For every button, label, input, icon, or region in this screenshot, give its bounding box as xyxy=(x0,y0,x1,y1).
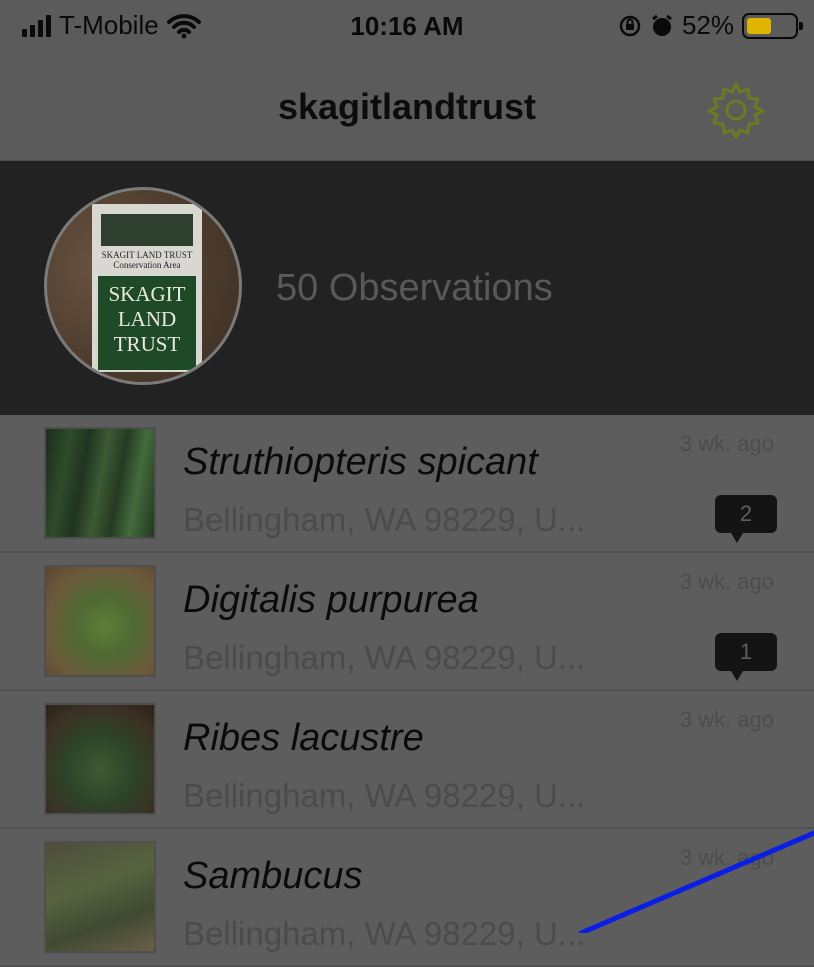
location-text: Bellingham, WA 98229, U... xyxy=(183,501,586,538)
avatar-sign: SKAGIT LAND TRUST Conservation Area SKAG… xyxy=(92,204,202,372)
location-text: Bellingham, WA 98229, U... xyxy=(183,639,586,676)
time-ago: 3 wk. ago xyxy=(679,845,774,870)
list-item[interactable]: Digitalis purpurea Bellingham, WA 98229,… xyxy=(0,553,814,691)
profile-header: SKAGIT LAND TRUST Conservation Area SKAG… xyxy=(0,161,814,415)
sign-graphic xyxy=(101,214,193,246)
location-text: Bellingham, WA 98229, U... xyxy=(183,777,586,814)
gear-icon[interactable] xyxy=(706,80,766,140)
list-item[interactable]: Ribes lacustre Bellingham, WA 98229, U..… xyxy=(0,691,814,829)
sign-main-text: SKAGIT LAND TRUST xyxy=(98,276,196,370)
observation-thumbnail xyxy=(44,841,156,953)
battery-percent: 52% xyxy=(681,10,734,40)
avatar[interactable]: SKAGIT LAND TRUST Conservation Area SKAG… xyxy=(44,187,242,385)
battery-icon xyxy=(742,12,803,39)
observation-list: Struthiopteris spicant Bellingham, WA 98… xyxy=(0,415,814,967)
page-title: skagitlandtrust xyxy=(277,86,537,127)
comment-count-badge: 2 xyxy=(715,495,777,543)
list-item[interactable]: Sambucus Bellingham, WA 98229, U... 3 wk… xyxy=(0,829,814,967)
list-item[interactable]: Struthiopteris spicant Bellingham, WA 98… xyxy=(0,415,814,553)
time-ago: 3 wk. ago xyxy=(679,569,774,594)
observation-thumbnail xyxy=(44,565,156,677)
status-right: 52% xyxy=(618,10,803,41)
species-name: Struthiopteris spicant xyxy=(183,441,538,483)
species-name: Ribes lacustre xyxy=(183,717,424,759)
observation-count[interactable]: 50 Observations xyxy=(276,267,553,310)
observation-thumbnail xyxy=(44,703,156,815)
location-text: Bellingham, WA 98229, U... xyxy=(183,915,586,952)
alarm-icon xyxy=(652,14,672,36)
time-ago: 3 wk. ago xyxy=(679,431,774,456)
comment-count-badge: 1 xyxy=(715,633,777,681)
species-name: Digitalis purpurea xyxy=(183,579,479,621)
sign-header-text: SKAGIT LAND TRUST Conservation Area xyxy=(101,250,193,270)
nav-bar: skagitlandtrust xyxy=(0,52,814,161)
observation-thumbnail xyxy=(44,427,156,539)
species-name: Sambucus xyxy=(183,855,363,897)
status-bar: T-Mobile 10:16 AM 52% xyxy=(0,0,814,52)
time-ago: 3 wk. ago xyxy=(679,707,774,732)
orientation-lock-icon xyxy=(619,15,641,36)
